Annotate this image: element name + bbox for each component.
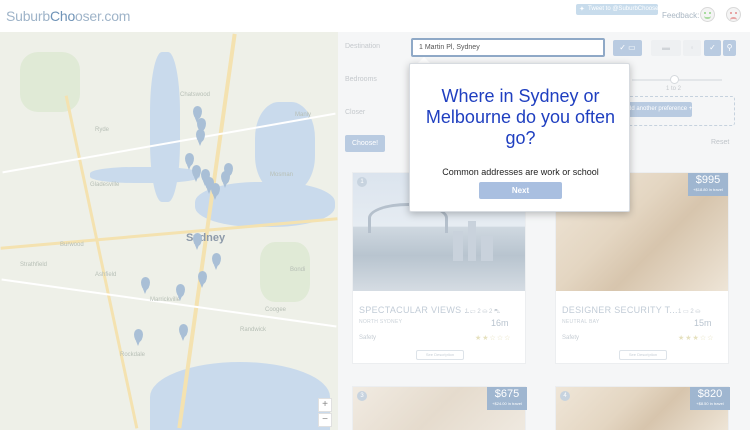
map-label: Marrickville	[150, 297, 180, 303]
sad-face-icon[interactable]	[726, 7, 741, 22]
zoom-in-button[interactable]: +	[318, 398, 332, 412]
rank-badge: 3	[357, 391, 367, 401]
map-water-botany-bay	[150, 362, 330, 430]
reset-link[interactable]: Reset	[711, 139, 729, 146]
rank-badge: 4	[560, 391, 570, 401]
map-label: Rockdale	[120, 352, 146, 358]
safety-label: Safety	[562, 335, 580, 341]
map-water-parramatta-river	[90, 167, 200, 183]
mode-run-button[interactable]: ⚲	[723, 40, 736, 56]
map[interactable]: Sydney Gladesville Mosman Manly Strathfi…	[0, 32, 338, 430]
building-graphic	[481, 236, 493, 261]
listing-title[interactable]: SPECTACULAR VIEWS ...	[359, 305, 473, 315]
listing-features: 1 ▭ 2 ⛀ 2 ⛍	[465, 309, 501, 315]
map-label: Gladesville	[90, 182, 120, 188]
map-pin[interactable]	[221, 171, 230, 188]
choose-button[interactable]: Choose!	[345, 135, 385, 152]
map-label: Strathfield	[20, 262, 48, 268]
mode-walk-button[interactable]: ✓	[704, 40, 721, 56]
map-pin[interactable]	[198, 271, 207, 288]
bedrooms-value: 1 to 2	[666, 86, 682, 92]
building-graphic	[453, 231, 463, 261]
map-label: Randwick	[240, 327, 267, 333]
onboarding-modal: Where in Sydney or Melbourne do you ofte…	[409, 63, 630, 212]
price-travel: +$18.80 in travel	[693, 187, 723, 192]
happy-face-icon[interactable]	[700, 7, 715, 22]
destination-input[interactable]: 1 Martin Pl, Sydney	[411, 38, 605, 57]
map-label: Coogee	[265, 307, 287, 313]
check-icon: ✓	[709, 43, 716, 52]
logo-text-rest: oser.com	[75, 8, 131, 24]
building-graphic	[468, 221, 476, 261]
listing-card[interactable]: 4 $820 +$8.50 in travel	[555, 386, 730, 430]
header: SuburbChooser.com ✦ Tweet to @SuburbChoo…	[0, 0, 750, 32]
rank-badge: 1	[357, 177, 367, 187]
modal-title: Where in Sydney or Melbourne do you ofte…	[425, 86, 616, 148]
map-pin[interactable]	[141, 277, 150, 294]
map-label: Ryde	[95, 127, 110, 133]
add-preference-button[interactable]: Add another preference +	[624, 102, 692, 117]
map-label: Mosman	[270, 172, 294, 178]
closer-label: Closer	[345, 109, 366, 116]
feedback-label: Feedback:	[662, 11, 700, 20]
car-icon: ✓ ▭	[619, 43, 636, 52]
safety-stars: ★★☆☆☆	[475, 335, 512, 342]
zoom-out-button[interactable]: −	[318, 413, 332, 427]
map-label: Ashfield	[95, 272, 117, 278]
bike-icon: ◦	[690, 43, 694, 52]
tweet-button[interactable]: ✦ Tweet to @SuburbChooser	[576, 4, 661, 15]
destination-label: Destination	[345, 43, 381, 50]
twitter-bird-icon: ✦	[579, 6, 585, 13]
price-amount: $820	[697, 388, 723, 400]
price-travel: +$8.50 in travel	[696, 401, 724, 406]
price-amount: $995	[695, 174, 721, 186]
listing-suburb: NEUTRAL BAY	[562, 319, 600, 325]
listing-travel-time: 16m	[491, 318, 509, 328]
map-label-sydney: Sydney	[186, 232, 226, 244]
logo-text-prefix: Suburb	[6, 8, 50, 24]
map-label: Chatswood	[180, 92, 211, 98]
see-description-button[interactable]: See Description	[416, 350, 464, 360]
logo[interactable]: SuburbChooser.com	[6, 8, 130, 24]
bedrooms-slider-handle[interactable]	[670, 75, 679, 84]
modal-subtitle: Common addresses are work or school	[442, 167, 599, 177]
safety-stars: ★★★☆☆	[678, 335, 715, 342]
mode-bike-button[interactable]: ◦	[683, 40, 701, 56]
price-badge: $995 +$18.80 in travel	[688, 173, 728, 196]
listing-title[interactable]: DESIGNER SECURITY T...	[562, 305, 678, 315]
next-button[interactable]: Next	[479, 182, 562, 199]
mode-transit-button[interactable]: ▬	[651, 40, 681, 56]
logo-text-bold: Cho	[49, 8, 76, 24]
tweet-label: Tweet to @SuburbChooser	[588, 6, 661, 12]
map-pin[interactable]	[193, 233, 202, 250]
listing-suburb: NORTH SYDNEY	[359, 319, 403, 325]
map-label: Burwood	[60, 242, 84, 248]
safety-label: Safety	[359, 335, 377, 341]
price-amount: $675	[494, 388, 520, 400]
map-pin[interactable]	[134, 329, 143, 346]
map-pin[interactable]	[185, 153, 194, 170]
map-road	[64, 95, 139, 429]
listing-travel-time: 15m	[694, 318, 712, 328]
see-description-button[interactable]: See Description	[619, 350, 667, 360]
train-icon: ▬	[662, 43, 670, 52]
bedrooms-label: Bedrooms	[345, 76, 377, 83]
listing-card[interactable]: 3 $675 +$24.00 in travel	[352, 386, 527, 430]
map-label: Manly	[295, 112, 312, 118]
map-park	[20, 52, 80, 112]
map-pin[interactable]	[196, 129, 205, 146]
map-label: Bondi	[290, 267, 306, 273]
price-badge: $675 +$24.00 in travel	[487, 387, 527, 410]
walk-icon: ⚲	[726, 43, 733, 52]
map-pin[interactable]	[212, 253, 221, 270]
map-pin[interactable]	[176, 284, 185, 301]
listing-features: 1 ▭ 2 ⛀	[678, 309, 701, 315]
map-pin[interactable]	[179, 324, 188, 341]
price-badge: $820 +$8.50 in travel	[690, 387, 730, 410]
mode-drive-button[interactable]: ✓ ▭	[613, 40, 642, 56]
price-travel: +$24.00 in travel	[492, 401, 522, 406]
